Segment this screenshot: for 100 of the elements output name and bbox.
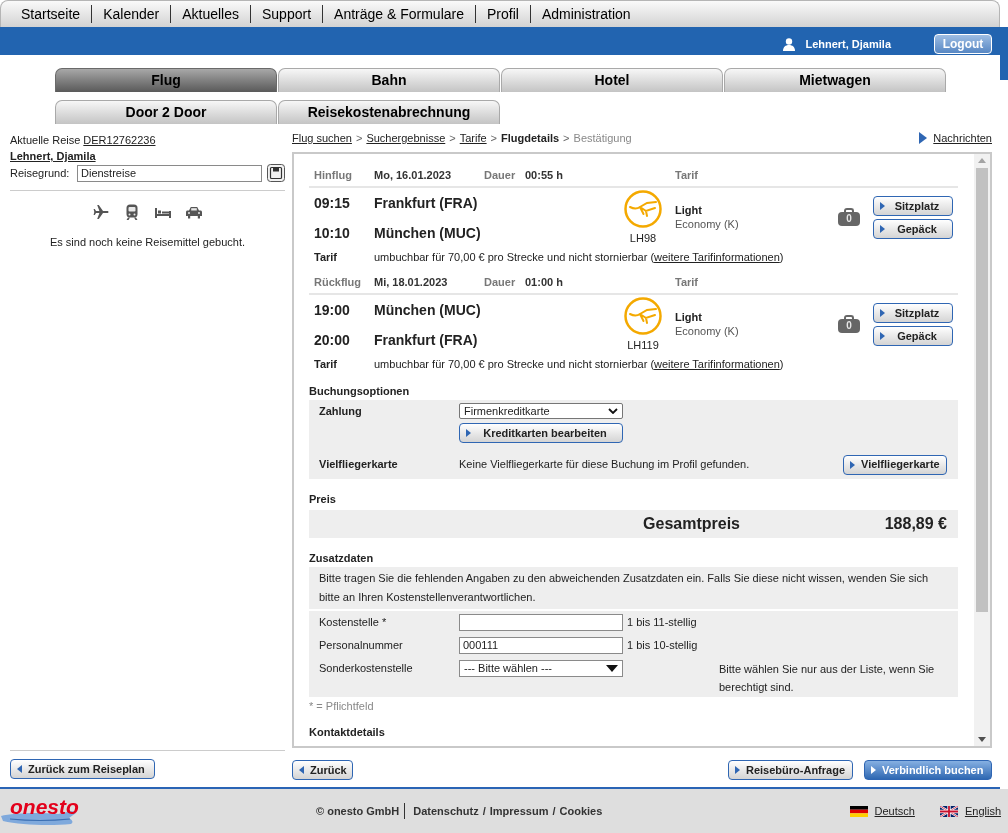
flight-date: Mi, 18.01.2023 — [374, 274, 449, 290]
train-icon — [124, 204, 140, 220]
breadcrumb-link[interactable]: Suchergebnisse — [366, 129, 446, 147]
dropdown-field[interactable]: --- Bitte wählen --- — [459, 660, 623, 677]
seat-button[interactable]: Sitzplatz — [873, 196, 953, 216]
airport-name: München (MUC) — [374, 300, 481, 320]
empty-message: Es sind noch keine Reisemittel gebucht. — [48, 235, 247, 250]
language-link[interactable]: Deutsch — [874, 802, 915, 820]
triangle-down-icon — [606, 665, 618, 672]
trip-reason-field[interactable]: Dienstreise — [77, 164, 262, 182]
book-button[interactable]: Verbindlich buchen — [864, 760, 992, 780]
nav-link[interactable]: Support — [250, 5, 323, 23]
bird-logo-icon — [624, 190, 662, 228]
total-price: 188,89 € — [883, 514, 947, 534]
tab[interactable]: Mietwagen — [724, 68, 946, 92]
triangle-down-icon[interactable] — [978, 737, 986, 742]
footer-link[interactable]: Cookies — [559, 802, 603, 820]
notice-text: Bitte tragen Sie die fehlenden Angaben zu den abweichenden Zusatzdaten ein. Falls Sie diese nicht wissen, wenden Sie sich bitte an Ihren Kostenstellenverantwortlichen. — [309, 567, 958, 609]
option-note: Keine Vielfliegerkarte für diese Buchung im Profil gefunden. — [459, 457, 750, 473]
triangle-right-icon — [735, 766, 740, 774]
flight-time: 20:00 — [314, 330, 351, 350]
tariff-note: umbuchbar für 70,00 € pro Strecke und nicht stornierbar (weitere Tarifinformationen) — [374, 250, 784, 266]
input-field[interactable] — [459, 614, 623, 631]
floppy-disk-icon[interactable] — [267, 164, 285, 182]
section-title: Zusatzdaten — [309, 551, 375, 566]
section-title: Buchungsoptionen — [309, 384, 411, 399]
back-button[interactable]: Zurück — [292, 760, 353, 780]
agency-request-button[interactable]: Reisebüro-Anfrage — [728, 760, 853, 780]
airport-name: München (MUC) — [374, 223, 481, 243]
tariff-label: Tarif — [314, 357, 339, 373]
company-logo: onesto — [0, 795, 77, 827]
bed-icon — [155, 206, 171, 218]
section-title: Kontaktdetails — [309, 725, 386, 740]
seat-button[interactable]: Sitzplatz — [873, 303, 953, 323]
nav-link[interactable]: Startseite — [10, 5, 92, 23]
trip-number-link[interactable]: DER12762236 — [83, 131, 156, 149]
triangle-right-icon — [871, 766, 876, 774]
required-note: * = Pflichtfeld — [309, 699, 375, 714]
baggage-button[interactable]: Gepäck — [873, 326, 953, 346]
user-icon — [783, 37, 796, 51]
input-field[interactable]: 000111 — [459, 637, 623, 654]
baggage-button[interactable]: Gepäck — [873, 219, 953, 239]
car-icon — [186, 206, 202, 219]
scrollbar[interactable] — [974, 154, 990, 746]
tab[interactable]: Flug — [55, 68, 277, 92]
tariff-info-link[interactable]: weitere Tarifinformationen — [654, 251, 780, 264]
option-label: Zahlung — [319, 404, 363, 419]
breadcrumb-link[interactable]: Tarife — [459, 129, 487, 147]
triangle-right-icon — [466, 429, 471, 437]
flight-duration: 01:00 h — [525, 274, 564, 290]
tab[interactable]: Bahn — [278, 68, 500, 92]
nav-link[interactable]: Aktuelles — [170, 5, 250, 23]
frequent-flyer-button[interactable]: Vielfliegerkarte — [843, 454, 947, 475]
tariff-info-link[interactable]: weitere Tarifinformationen — [654, 358, 780, 371]
trip-label: Aktuelle Reise — [10, 132, 81, 148]
tab[interactable]: Reisekostenabrechnung — [278, 100, 500, 124]
edit-cards-button[interactable]: Kreditkarten bearbeiten — [459, 423, 623, 443]
british-flag-icon[interactable] — [939, 805, 958, 817]
nav-link[interactable]: Kalender — [91, 5, 171, 23]
scrollbar-thumb[interactable] — [976, 168, 988, 612]
messages-link[interactable]: Nachrichten — [933, 129, 992, 147]
airport-name: Frankfurt (FRA) — [374, 330, 478, 350]
footer-link[interactable]: Impressum — [489, 802, 549, 820]
copyright-text: © onesto GmbH — [316, 802, 406, 820]
fare-header: Tarif — [675, 167, 699, 183]
tab[interactable]: Door 2 Door — [55, 100, 277, 124]
triangle-right-icon — [880, 332, 885, 340]
triangle-left-icon — [17, 765, 22, 773]
payment-select[interactable]: Firmenkreditkarte — [459, 403, 623, 419]
nav-link[interactable]: Anträge & Formulare — [322, 5, 475, 23]
language-link[interactable]: English — [964, 802, 1001, 820]
duration-label: Dauer — [484, 274, 517, 290]
chevron-down-icon — [608, 408, 618, 414]
triangle-right-icon — [880, 309, 885, 317]
flight-date: Mo, 16.01.2023 — [374, 167, 453, 183]
footer-link[interactable]: Datenschutz — [413, 802, 479, 820]
cabin-class: Economy (K) — [675, 324, 740, 338]
breadcrumb-link[interactable]: Flug suchen — [292, 129, 352, 147]
fare-name: Light — [675, 310, 703, 324]
plane-icon — [93, 204, 109, 220]
link-separator: / — [552, 803, 556, 819]
field-label: Kostenstelle * — [319, 615, 388, 630]
nav-link[interactable]: Administration — [529, 5, 642, 23]
field-label: Sonderkostenstelle — [319, 661, 414, 676]
reason-label: Reisegrund: — [10, 165, 71, 181]
flight-time: 09:15 — [314, 193, 351, 213]
flight-time: 19:00 — [314, 300, 351, 320]
breadcrumb-separator: > — [355, 130, 363, 146]
nav-link[interactable]: Profil — [475, 5, 530, 23]
back-to-plan-button[interactable]: Zurück zum Reiseplan — [10, 759, 155, 779]
duration-label: Dauer — [484, 167, 517, 183]
breadcrumb-separator: > — [563, 130, 570, 146]
bird-logo-icon — [624, 297, 662, 335]
airport-name: Frankfurt (FRA) — [374, 193, 478, 213]
option-label: Vielfliegerkarte — [319, 457, 399, 473]
user-name: Lehnert, Djamila — [805, 36, 891, 52]
german-flag-icon[interactable] — [849, 805, 868, 817]
breadcrumb-current: Flugdetails — [501, 130, 560, 146]
tab[interactable]: Hotel — [501, 68, 723, 92]
traveler-link[interactable]: Lehnert, Djamila — [10, 147, 96, 165]
